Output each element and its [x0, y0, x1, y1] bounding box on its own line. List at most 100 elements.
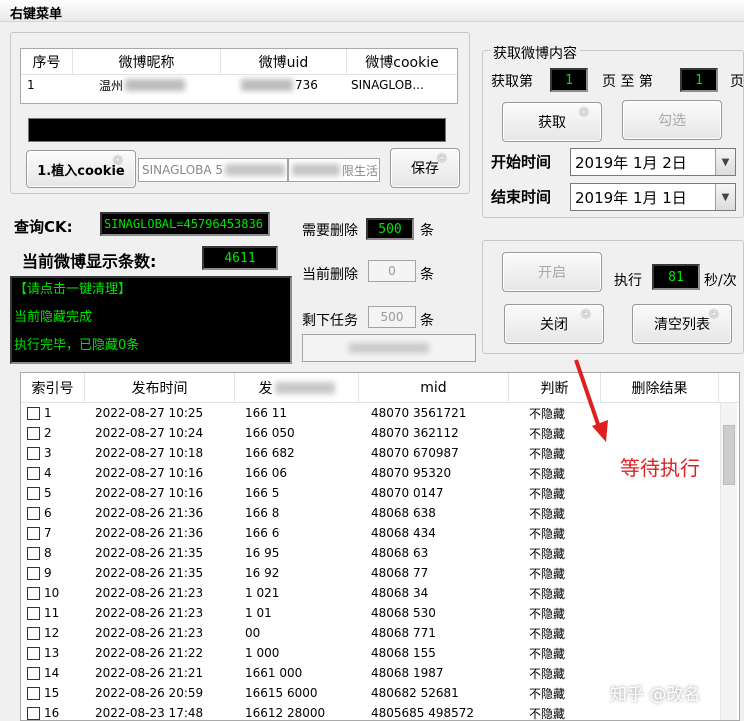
- red-arrow-icon: [574, 359, 608, 442]
- cell-mid: 48068 434: [371, 526, 436, 540]
- vertical-scrollbar[interactable]: [720, 403, 737, 720]
- table-row[interactable]: 1 2022-08-27 10:25 166 11 48070 3561721 不隐藏: [21, 403, 739, 423]
- redacted-block: [274, 381, 335, 394]
- cell-mid: 48068 77: [371, 566, 429, 580]
- cell-judge: 不隐藏: [529, 626, 566, 641]
- cell-judge: 不隐藏: [529, 706, 566, 721]
- col-index[interactable]: 索引号: [21, 373, 85, 402]
- end-date-picker[interactable]: 2019年 1月 1日 ▼: [570, 183, 736, 211]
- extra-input[interactable]: 限生活: [288, 158, 380, 182]
- table-row[interactable]: 1 温州 736 SINAGLOB...: [21, 75, 457, 95]
- select-button[interactable]: 勾选: [622, 100, 722, 140]
- menu-bar[interactable]: 右键菜单: [0, 0, 744, 22]
- cell-judge: 不隐藏: [529, 546, 566, 561]
- weibo-count-value: 4611: [202, 246, 278, 270]
- cell-judge: 不隐藏: [529, 486, 566, 501]
- row-checkbox[interactable]: [27, 506, 40, 520]
- scroll-thumb[interactable]: [723, 425, 735, 485]
- cell-index: 16: [44, 706, 60, 720]
- table-row[interactable]: 5 2022-08-27 10:16 166 5 48070 0147 不隐藏: [21, 483, 739, 503]
- cell-index: 4: [44, 466, 52, 480]
- annotation-label: 等待执行: [620, 456, 700, 480]
- need-delete-label: 需要删除: [302, 223, 358, 239]
- table-row[interactable]: 8 2022-08-26 21:35 16 95 48068 63 不隐藏: [21, 543, 739, 563]
- cell-uid: 16612 28000: [245, 706, 326, 720]
- row-checkbox[interactable]: [27, 666, 40, 680]
- cell-uid: 16 92: [245, 566, 280, 580]
- row-checkbox[interactable]: [27, 446, 40, 460]
- chevron-down-icon[interactable]: ▼: [715, 184, 735, 210]
- fetch-label: 获取: [538, 115, 566, 131]
- row-checkbox[interactable]: [27, 686, 40, 700]
- account-table[interactable]: 序号 微博昵称 微博uid 微博cookie 1 温州 736 SINAGLOB…: [20, 48, 458, 104]
- end-time-label: 结束时间: [491, 188, 552, 206]
- col-uid[interactable]: 发: [235, 373, 359, 402]
- cell-nickname: 温州: [73, 75, 221, 95]
- start-button[interactable]: 开启: [502, 252, 602, 292]
- row-checkbox[interactable]: [27, 426, 40, 440]
- cookie-input[interactable]: SINAGLOBA 5: [138, 158, 288, 182]
- cell-index: 8: [44, 546, 52, 560]
- start-date-picker[interactable]: 2019年 1月 2日 ▼: [570, 148, 736, 176]
- table-row[interactable]: 2 2022-08-27 10:24 166 050 48070 362112 不隐藏: [21, 423, 739, 443]
- cell-publish-time: 2022-08-26 21:36: [95, 526, 204, 540]
- cell-uid: 166 5: [245, 486, 280, 500]
- fetch-group-title: 获取微博内容: [490, 43, 580, 63]
- cell-mid: 48068 771: [371, 626, 436, 640]
- table-row[interactable]: 6 2022-08-26 21:36 166 8 48068 638 不隐藏: [21, 503, 739, 523]
- cell-index: 13: [44, 646, 60, 660]
- row-checkbox[interactable]: [27, 406, 40, 420]
- row-checkbox[interactable]: [27, 566, 40, 580]
- start-time-label: 开始时间: [491, 153, 552, 171]
- row-checkbox[interactable]: [27, 526, 40, 540]
- row-checkbox[interactable]: [27, 486, 40, 500]
- fetch-button[interactable]: 获取 ❁: [502, 102, 602, 142]
- redacted-block: [292, 164, 340, 176]
- cell-index: 12: [44, 626, 60, 640]
- cell-index: 3: [44, 446, 52, 460]
- cell-mid: 48068 638: [371, 506, 436, 520]
- table-row[interactable]: 10 2022-08-26 21:23 1 021 48068 34 不隐藏: [21, 583, 739, 603]
- cell-publish-time: 2022-08-27 10:16: [95, 466, 204, 480]
- table-row[interactable]: 13 2022-08-26 21:22 1 000 48068 155 不隐藏: [21, 643, 739, 663]
- page-from-value[interactable]: 1: [550, 68, 588, 92]
- row-checkbox[interactable]: [27, 586, 40, 600]
- row-checkbox[interactable]: [27, 546, 40, 560]
- weibo-count-label: 当前微博显示条数:: [22, 252, 157, 271]
- cell-judge: 不隐藏: [529, 606, 566, 621]
- table-row[interactable]: 11 2022-08-26 21:23 1 01 48068 530 不隐藏: [21, 603, 739, 623]
- chevron-down-icon[interactable]: ▼: [715, 149, 735, 175]
- query-ck-label: 查询CK:: [14, 218, 73, 236]
- col-cookie: 微博cookie: [365, 54, 439, 71]
- col-publish-time[interactable]: 发布时间: [85, 373, 235, 402]
- page-suffix-label: 页: [730, 74, 744, 90]
- col-uid: 微博uid: [221, 49, 347, 74]
- close-button[interactable]: 关闭 ❁: [504, 304, 604, 344]
- remain-task-value: 500: [368, 306, 416, 328]
- cell-judge: 不隐藏: [529, 506, 566, 521]
- cell-publish-time: 2022-08-27 10:24: [95, 426, 204, 440]
- menu-title[interactable]: 右键菜单: [10, 3, 62, 22]
- row-checkbox[interactable]: [27, 466, 40, 480]
- table-row[interactable]: 9 2022-08-26 21:35 16 92 48068 77 不隐藏: [21, 563, 739, 583]
- col-mid[interactable]: mid: [359, 373, 509, 402]
- interval-value[interactable]: 81: [652, 264, 700, 290]
- save-label: 保存: [411, 161, 439, 177]
- row-checkbox[interactable]: [27, 706, 40, 720]
- query-ck-value[interactable]: SINAGLOBAL=45796453836: [100, 212, 270, 236]
- table-row[interactable]: 12 2022-08-26 21:23 00 48068 771 不隐藏: [21, 623, 739, 643]
- cell-mid: 48070 362112: [371, 426, 459, 440]
- table-row[interactable]: 16 2022-08-23 17:48 16612 28000 4805685 498…: [21, 703, 739, 721]
- row-checkbox[interactable]: [27, 626, 40, 640]
- cell-mid: 48068 34: [371, 586, 429, 600]
- weibo-list[interactable]: 索引号 发布时间 发 mid 判断 删除结果 1 2022-08-27 10:25…: [20, 372, 740, 721]
- cell-mid: 48070 0147: [371, 486, 444, 500]
- page-to-value[interactable]: 1: [680, 68, 718, 92]
- row-checkbox[interactable]: [27, 606, 40, 620]
- save-button[interactable]: 保存 ❁: [390, 148, 460, 188]
- plant-cookie-button[interactable]: 1.植入cookie ❁: [26, 150, 136, 188]
- col-delete-result[interactable]: 删除结果: [601, 373, 719, 402]
- row-checkbox[interactable]: [27, 646, 40, 660]
- clear-list-button[interactable]: 清空列表 ❁: [632, 304, 732, 344]
- table-row[interactable]: 7 2022-08-26 21:36 166 6 48068 434 不隐藏: [21, 523, 739, 543]
